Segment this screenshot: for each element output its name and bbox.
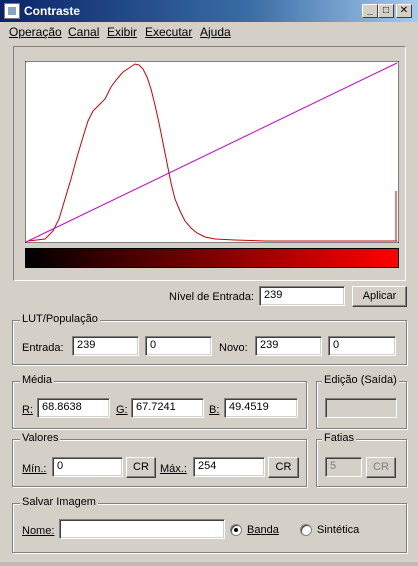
min-value-field[interactable]: 0 (52, 457, 123, 477)
novo-label: Novo: (219, 342, 248, 354)
nome-label: Nome: (22, 525, 55, 537)
r-mean-field[interactable]: 68.8638 (37, 398, 110, 418)
min-cr-button[interactable]: CR (126, 457, 156, 478)
menu-canal[interactable]: Canal (68, 25, 99, 39)
sintetica-radio[interactable] (300, 524, 312, 536)
app-icon (4, 3, 20, 19)
novo-value-field[interactable]: 239 (255, 336, 322, 356)
fatias-cr-button[interactable]: CR (366, 457, 396, 478)
sintetica-label[interactable]: Sintética (317, 523, 359, 537)
b-mean-field[interactable]: 49.4519 (224, 398, 298, 418)
valores-group-legend: Valores (20, 432, 61, 445)
sintetica-label-text: Sintética (317, 524, 360, 536)
entrada-label: Entrada: (22, 342, 64, 354)
menu-bar: Operação Canal Exibir Executar Ajuda (0, 22, 418, 41)
menu-ajuda[interactable]: Ajuda (200, 25, 231, 39)
entrada-value-field[interactable]: 239 (72, 336, 139, 356)
min-label: Mín.: (22, 463, 47, 475)
menu-operacao[interactable]: Operação (9, 25, 62, 39)
media-group-legend: Média (20, 374, 54, 387)
r-label: R: (22, 404, 33, 416)
entrada-population-field[interactable]: 0 (145, 336, 212, 356)
edicao-field[interactable] (325, 398, 397, 418)
close-button[interactable]: ✕ (396, 4, 412, 18)
banda-label[interactable]: Banda (247, 523, 279, 537)
nome-field[interactable] (59, 519, 225, 539)
window-title: Contraste (24, 4, 81, 18)
novo-population-field[interactable]: 0 (328, 336, 396, 356)
b-label: B: (209, 404, 220, 416)
g-label: G: (116, 404, 128, 416)
menu-executar[interactable]: Executar (145, 25, 192, 39)
apply-button[interactable]: Aplicar (352, 286, 407, 307)
color-gradient-bar (25, 248, 399, 268)
banda-label-text: Banda (247, 524, 279, 536)
histogram-chart (25, 61, 399, 243)
banda-radio[interactable] (230, 524, 242, 536)
lut-group-legend: LUT/População (20, 313, 100, 326)
title-bar: Contraste _ □ ✕ (0, 0, 418, 22)
max-value-field[interactable]: 254 (193, 457, 265, 477)
g-mean-field[interactable]: 67.7241 (131, 398, 204, 418)
fatias-field[interactable]: 5 (325, 457, 362, 477)
window-bottom-edge (0, 562, 418, 566)
edicao-group-legend: Edição (Saída) (322, 374, 399, 387)
salvar-group-legend: Salvar Imagem (20, 496, 98, 509)
input-level-field[interactable]: 239 (259, 286, 345, 306)
menu-exibir[interactable]: Exibir (107, 25, 137, 39)
radio-selected-dot (234, 528, 238, 532)
maximize-button[interactable]: □ (378, 4, 394, 18)
minimize-button[interactable]: _ (362, 4, 378, 18)
max-cr-button[interactable]: CR (268, 457, 299, 478)
input-level-label: Nível de Entrada: (169, 291, 254, 303)
fatias-group-legend: Fatias (322, 432, 356, 445)
max-label: Máx.: (160, 463, 187, 475)
